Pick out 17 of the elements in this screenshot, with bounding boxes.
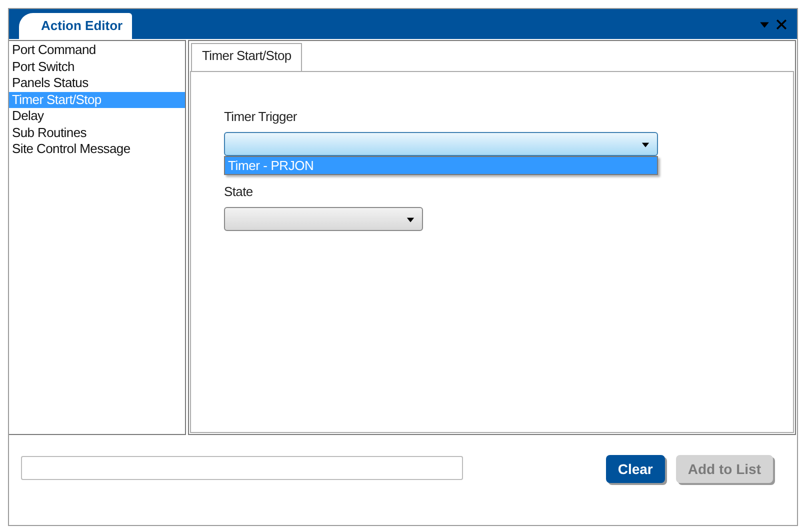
close-icon[interactable]: [776, 18, 787, 30]
action-list-item[interactable]: Sub Routines: [9, 124, 185, 141]
field-label: State: [224, 184, 254, 199]
tab[interactable]: Timer Start/Stop: [191, 43, 302, 71]
text-field[interactable]: [21, 456, 463, 480]
caret-icon: [641, 140, 650, 148]
dropdown-field[interactable]: [224, 132, 658, 156]
action-list-item[interactable]: Port Command: [9, 42, 185, 58]
action-list-item[interactable]: Port Switch: [9, 58, 185, 75]
action-button[interactable]: Clear: [606, 455, 665, 483]
caret-icon: [406, 214, 415, 224]
action-list-item[interactable]: Delay: [9, 108, 185, 124]
field-label: Timer Trigger: [224, 109, 298, 124]
action-list-item[interactable]: Panels Status: [9, 75, 185, 92]
window-title[interactable]: Action Editor: [19, 13, 132, 39]
dropdown-field[interactable]: [224, 207, 423, 231]
action-list-item[interactable]: Site Control Message: [9, 141, 185, 158]
